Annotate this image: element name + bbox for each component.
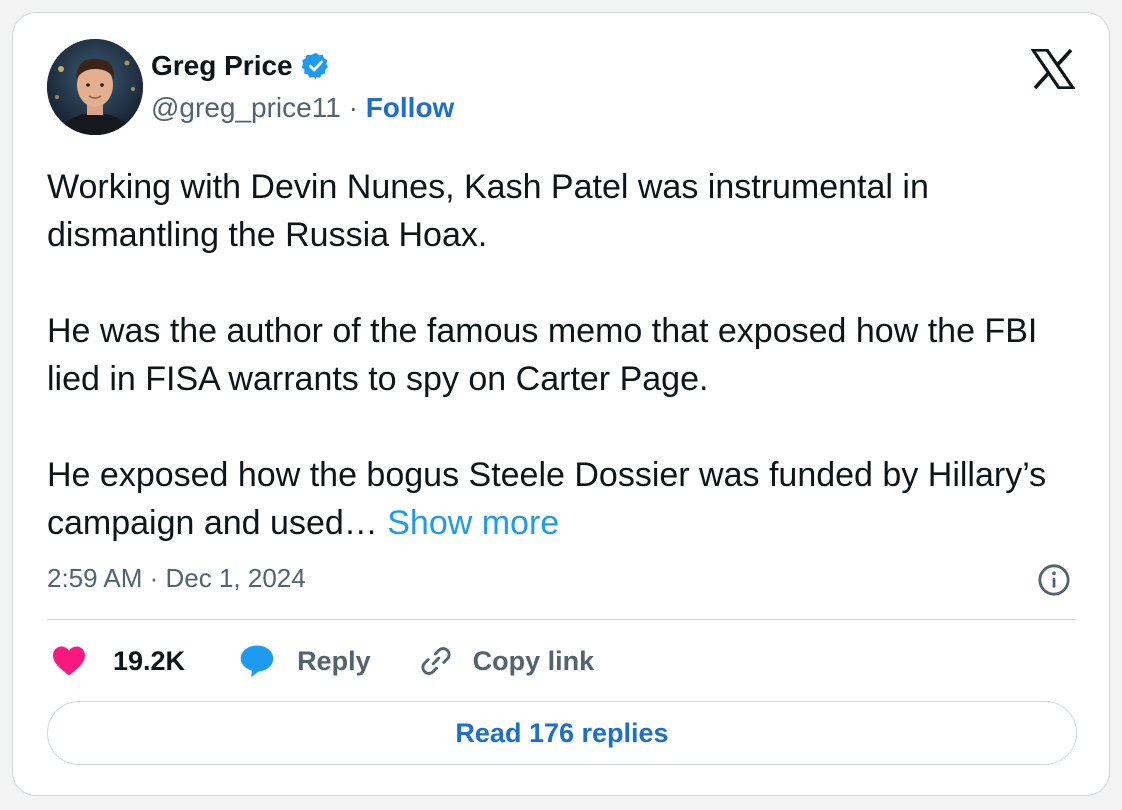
tweet-paragraph: Working with Devin Nunes, Kash Patel was… [47, 168, 929, 254]
copy-link-button[interactable]: Copy link [419, 644, 595, 678]
copy-link-label: Copy link [472, 645, 595, 676]
like-button[interactable]: 19.2K [51, 645, 239, 677]
reply-button[interactable]: Reply [239, 644, 419, 678]
link-icon [421, 647, 451, 675]
separator-dot: · [340, 92, 366, 123]
tweet-paragraph-last: He exposed how the bogus Steele Dossier … [47, 451, 1087, 547]
tweet-card: Greg Price @greg_price11 · Follow Workin… [12, 12, 1110, 796]
reply-label: Reply [297, 645, 371, 676]
like-count: 19.2K [113, 645, 186, 676]
read-replies-label: Read 176 replies [455, 717, 669, 748]
x-logo-icon[interactable] [1029, 48, 1077, 90]
handle-row: @greg_price11 · Follow [151, 91, 454, 125]
author-name-text[interactable]: Greg Price [151, 49, 293, 83]
read-replies-button[interactable]: Read 176 replies [47, 701, 1077, 765]
tweet-paragraph: He was the author of the famous memo tha… [47, 312, 1038, 398]
author-handle[interactable]: @greg_price11 [151, 92, 341, 123]
divider [47, 619, 1077, 620]
timestamp[interactable]: 2:59 AM · Dec 1, 2024 [47, 561, 306, 595]
info-icon[interactable] [1037, 563, 1071, 597]
avatar[interactable] [47, 39, 143, 135]
action-bar: 19.2K Reply Copy link [51, 641, 594, 681]
speech-bubble-icon [240, 645, 274, 678]
show-more-link[interactable]: Show more [387, 504, 559, 542]
tweet-text: Working with Devin Nunes, Kash Patel was… [47, 163, 1087, 547]
heart-icon [53, 646, 85, 676]
author-name[interactable]: Greg Price [151, 49, 331, 83]
verified-badge-icon [301, 51, 331, 81]
follow-button[interactable]: Follow [366, 92, 455, 123]
